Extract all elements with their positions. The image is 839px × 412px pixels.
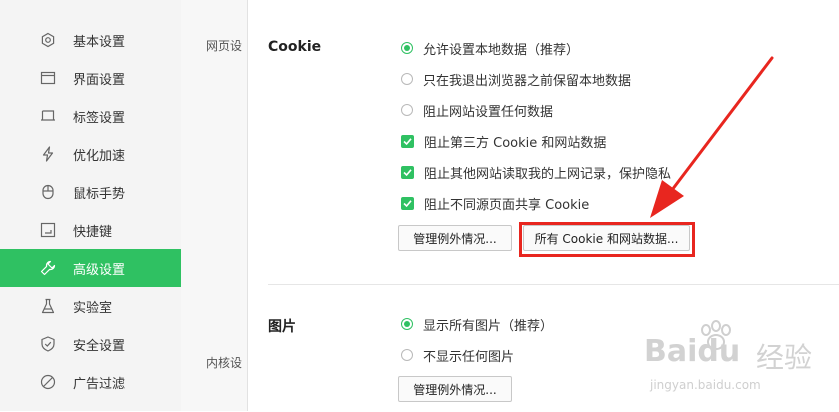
settings-gear-icon bbox=[40, 32, 56, 48]
checkmark-icon[interactable] bbox=[401, 165, 414, 179]
sidebar-item-interface[interactable]: 界面设置 bbox=[0, 59, 181, 97]
sidebar-item-advanced[interactable]: 高级设置 bbox=[0, 249, 181, 287]
sidebar-item-label: 标签设置 bbox=[73, 110, 126, 126]
sidebar-item-adblock[interactable]: 广告过滤 bbox=[0, 363, 181, 401]
option-label: 阻止网站设置任何数据 bbox=[423, 104, 554, 120]
sidebar-item-label: 高级设置 bbox=[73, 262, 126, 278]
wrench-icon bbox=[40, 260, 56, 276]
section-label-kernel[interactable]: 内核设 bbox=[206, 354, 242, 371]
images-show-all-radio[interactable]: 显示所有图片（推荐） bbox=[401, 315, 554, 334]
radio-unselected[interactable] bbox=[401, 73, 413, 85]
radio-selected[interactable] bbox=[401, 42, 413, 54]
shield-icon bbox=[40, 336, 56, 352]
option-label: 阻止其他网站读取我的上网记录，保护隐私 bbox=[424, 166, 672, 182]
sidebar-item-label: 实验室 bbox=[73, 300, 113, 316]
section-label-webpage[interactable]: 网页设 bbox=[206, 37, 242, 54]
flask-icon bbox=[40, 298, 56, 314]
cookie-keep-until-exit-radio[interactable]: 只在我退出浏览器之前保留本地数据 bbox=[401, 70, 632, 89]
sidebar-item-tabs[interactable]: 标签设置 bbox=[0, 97, 181, 135]
option-label: 允许设置本地数据（推荐） bbox=[423, 42, 580, 58]
sidebar-item-label: 界面设置 bbox=[73, 72, 126, 88]
images-section-title: 图片 bbox=[268, 319, 296, 335]
cookie-section-title: Cookie bbox=[268, 39, 322, 55]
mouse-icon bbox=[40, 184, 56, 200]
radio-unselected[interactable] bbox=[401, 349, 413, 361]
sidebar-item-label: 优化加速 bbox=[73, 148, 126, 164]
images-manage-exceptions-button[interactable]: 管理例外情况... bbox=[398, 376, 512, 402]
cookie-allow-local-radio[interactable]: 允许设置本地数据（推荐） bbox=[401, 39, 580, 58]
option-label: 只在我退出浏览器之前保留本地数据 bbox=[423, 73, 632, 89]
section-divider bbox=[268, 284, 839, 285]
cookie-block-all-radio[interactable]: 阻止网站设置任何数据 bbox=[401, 101, 554, 120]
sidebar-item-label: 安全设置 bbox=[73, 338, 126, 354]
option-label: 显示所有图片（推荐） bbox=[423, 318, 554, 334]
watermark-url: jingyan.baidu.com bbox=[650, 378, 761, 392]
watermark-brand-cn: 经验 bbox=[756, 341, 813, 374]
watermark-brand: Baidu bbox=[644, 334, 741, 369]
sidebar-item-lab[interactable]: 实验室 bbox=[0, 287, 181, 325]
checkmark-icon[interactable] bbox=[401, 196, 414, 210]
sidebar-item-optimize[interactable]: 优化加速 bbox=[0, 135, 181, 173]
settings-sidebar: 基本设置 界面设置 标签设置 优化加速 鼠标手势 快捷键 高级设置 实验室 安全… bbox=[0, 0, 181, 411]
option-label: 阻止不同源页面共享 Cookie bbox=[424, 197, 590, 213]
block-cross-origin-checkbox[interactable]: 阻止不同源页面共享 Cookie bbox=[401, 194, 590, 213]
block-history-reading-checkbox[interactable]: 阻止其他网站读取我的上网记录，保护隐私 bbox=[401, 163, 672, 182]
sidebar-item-label: 基本设置 bbox=[73, 34, 126, 50]
sidebar-item-label: 广告过滤 bbox=[73, 376, 126, 392]
block-third-party-checkbox[interactable]: 阻止第三方 Cookie 和网站数据 bbox=[401, 132, 607, 151]
window-layout-icon bbox=[40, 70, 56, 86]
keyboard-shortcut-icon bbox=[40, 222, 56, 238]
sidebar-item-mouse-gesture[interactable]: 鼠标手势 bbox=[0, 173, 181, 211]
sidebar-item-label: 鼠标手势 bbox=[73, 186, 126, 202]
section-index-column: 网页设 内核设 bbox=[181, 0, 248, 411]
tab-icon bbox=[40, 108, 56, 124]
option-label: 不显示任何图片 bbox=[423, 349, 515, 365]
option-label: 阻止第三方 Cookie 和网站数据 bbox=[424, 135, 607, 151]
sidebar-item-basic[interactable]: 基本设置 bbox=[0, 21, 181, 59]
sidebar-item-label: 快捷键 bbox=[73, 224, 113, 240]
baidu-jingyan-watermark: Baidu 经验 jingyan.baidu.com bbox=[640, 318, 830, 408]
cookie-manage-exceptions-button[interactable]: 管理例外情况... bbox=[398, 225, 512, 251]
checkmark-icon[interactable] bbox=[401, 134, 414, 148]
radio-unselected[interactable] bbox=[401, 104, 413, 116]
block-circle-icon bbox=[40, 374, 56, 390]
sidebar-item-shortcuts[interactable]: 快捷键 bbox=[0, 211, 181, 249]
sidebar-item-security[interactable]: 安全设置 bbox=[0, 325, 181, 363]
lightning-bolt-icon bbox=[40, 146, 56, 162]
images-show-none-radio[interactable]: 不显示任何图片 bbox=[401, 346, 515, 365]
radio-selected[interactable] bbox=[401, 318, 413, 330]
highlight-box bbox=[519, 222, 695, 257]
